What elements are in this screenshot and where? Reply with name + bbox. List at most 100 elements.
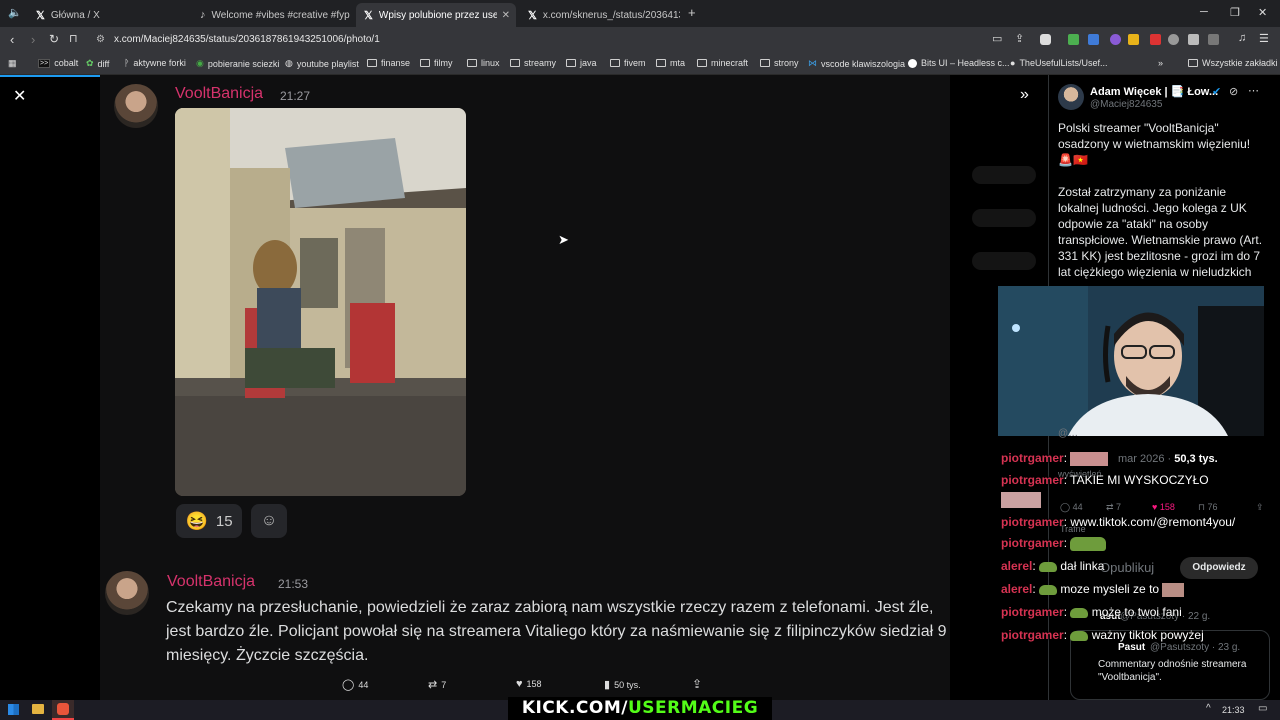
minimize-icon[interactable]: ─ bbox=[1200, 6, 1208, 18]
quoted-handle: @Pasutszoty · 23 g. bbox=[1150, 642, 1241, 653]
repost-action[interactable]: ⇄ 7 bbox=[428, 678, 446, 691]
address-bar[interactable]: ⚙ x.com/Maciej824635/status/203618786194… bbox=[88, 30, 988, 50]
attached-photo[interactable] bbox=[175, 108, 466, 496]
share-icon[interactable]: ⇪ bbox=[1015, 32, 1024, 45]
like-stat[interactable]: ♥ 158 bbox=[1152, 502, 1175, 512]
x-logo-icon: 𝕏 bbox=[528, 9, 537, 22]
music-extension-icon[interactable] bbox=[1068, 34, 1079, 45]
bookmark-folder-finanse[interactable]: finanse bbox=[367, 58, 410, 68]
clock[interactable]: 21:33 bbox=[1222, 705, 1245, 715]
add-reaction-button[interactable]: ☺ bbox=[251, 504, 287, 538]
tray-chevron-icon[interactable]: ^ bbox=[1206, 703, 1211, 714]
shield-extension-icon[interactable] bbox=[1040, 34, 1051, 45]
bookmark-folder-streamy[interactable]: streamy bbox=[510, 58, 556, 68]
bookmark-stat[interactable]: ⊓ 76 bbox=[1198, 502, 1218, 513]
bookmark-folder-filmy[interactable]: filmy bbox=[420, 58, 453, 68]
windows-start-icon[interactable] bbox=[8, 704, 19, 715]
frog-emote-icon bbox=[1070, 536, 1107, 551]
menu-icon[interactable]: ☰ bbox=[1259, 32, 1269, 45]
notifications-icon[interactable]: ▭ bbox=[1258, 703, 1267, 714]
compose-reply-placeholder[interactable]: Opublikuj bbox=[1100, 560, 1154, 575]
bookmark-folder-fivem[interactable]: fivem bbox=[610, 58, 646, 68]
laughing-emoji-icon: 😆 bbox=[185, 510, 208, 531]
file-explorer-icon[interactable] bbox=[32, 704, 44, 714]
restore-icon[interactable]: ❐ bbox=[1230, 6, 1240, 19]
twitch-extension-icon[interactable] bbox=[1110, 34, 1121, 45]
taskbar-browser[interactable] bbox=[52, 700, 74, 720]
url-text: x.com/Maciej824635/status/20361878619432… bbox=[114, 34, 380, 45]
emote-image bbox=[1162, 582, 1185, 597]
author-avatar[interactable] bbox=[1058, 84, 1084, 110]
bookmark-folder-strony[interactable]: strony bbox=[760, 58, 799, 68]
extension-icon[interactable] bbox=[1168, 34, 1179, 45]
repost-icon: ⇄ bbox=[428, 679, 438, 691]
share-action[interactable]: ⇪ bbox=[692, 677, 702, 691]
close-window-icon[interactable]: ✕ bbox=[1258, 6, 1267, 19]
bookmark-folder-linux[interactable]: linux bbox=[467, 58, 500, 68]
repost-stat[interactable]: ⇄ 7 bbox=[1106, 502, 1121, 513]
all-bookmarks[interactable]: Wszystkie zakładki bbox=[1188, 58, 1278, 68]
apps-grid-icon[interactable]: ▦ bbox=[8, 58, 17, 69]
cast-icon[interactable]: ▭ bbox=[992, 32, 1002, 45]
bookmark-folder-minecraft[interactable]: minecraft bbox=[697, 58, 748, 68]
bookmark-page-icon[interactable]: ⊓ bbox=[69, 32, 78, 45]
avatar[interactable] bbox=[105, 571, 149, 615]
extension-icon[interactable] bbox=[1150, 34, 1161, 45]
bits-ui-icon bbox=[908, 58, 917, 68]
tweet-action-bar: ◯ 44 ⇄ 7 ♥ 158 ▮ 50 tys. ⇪ bbox=[340, 676, 720, 694]
forward-icon[interactable]: › bbox=[31, 32, 35, 47]
tab-status[interactable]: 𝕏 x.com/sknerus_/status/20364132169 bbox=[520, 3, 680, 27]
tab-home[interactable]: 𝕏 Główna / X bbox=[28, 3, 188, 27]
message-author[interactable]: VooltBanicja bbox=[167, 573, 255, 591]
share-icon: ⇪ bbox=[692, 677, 703, 691]
tab-tiktok[interactable]: ♪ Welcome #vibes #creative #fyp #vira bbox=[192, 3, 352, 27]
stream-chat-message: alerel: dał linka bbox=[1001, 559, 1105, 573]
bookmark-aktywne-forki[interactable]: ᚹ aktywne forki bbox=[124, 58, 186, 68]
reaction-laugh[interactable]: 😆 15 bbox=[176, 504, 242, 538]
more-options-icon[interactable]: ⋯ bbox=[1248, 84, 1259, 97]
speaker-icon[interactable]: 🔈 bbox=[8, 6, 22, 19]
bookmark-diff[interactable]: ✿ diff bbox=[86, 58, 109, 69]
grok-icon[interactable]: ⊘ bbox=[1229, 85, 1238, 98]
sidebar-icon[interactable] bbox=[1208, 34, 1219, 45]
bookmark-vscode[interactable]: ⋈ vscode klawiszologia bbox=[808, 58, 905, 69]
avatar[interactable] bbox=[114, 84, 158, 128]
bookmark-pobieranie-sciezki[interactable]: ◉ pobieranie sciezki bbox=[196, 58, 279, 69]
new-tab-button[interactable]: + bbox=[688, 5, 696, 20]
bookmark-bits-ui[interactable]: Bits UI – Headless c... bbox=[908, 58, 1010, 68]
reload-icon[interactable]: ↻ bbox=[49, 32, 59, 46]
extension-icon[interactable] bbox=[1128, 34, 1139, 45]
quoted-author[interactable]: Pasut bbox=[1118, 642, 1145, 653]
folder-icon bbox=[656, 59, 666, 67]
bookmark-folder-java[interactable]: java bbox=[566, 58, 597, 68]
bookmark-folder-mta[interactable]: mta bbox=[656, 58, 685, 68]
reply-action[interactable]: ◯ 44 bbox=[342, 678, 368, 691]
stream-chat-message: alerel: moze mysleli ze to bbox=[1001, 582, 1185, 597]
collapse-sidebar-icon[interactable]: » bbox=[1020, 86, 1029, 104]
site-info-icon[interactable]: ⚙ bbox=[96, 30, 105, 50]
tab-liked-posts[interactable]: 𝕏 Wpisy polubione przez usermac ✕ bbox=[356, 3, 516, 27]
bookmark-youtube-playlist[interactable]: ◍ youtube playlist bbox=[285, 58, 359, 69]
webcam-overlay bbox=[998, 286, 1264, 436]
back-icon[interactable]: ‹ bbox=[10, 32, 14, 47]
views-action[interactable]: ▮ 50 tys. bbox=[604, 678, 641, 691]
bookmark-usefullists[interactable]: ● TheUsefulLists/Usef... bbox=[1010, 58, 1107, 68]
share-stat[interactable]: ⇪ bbox=[1256, 502, 1264, 513]
reply-stat[interactable]: ◯ 44 bbox=[1060, 502, 1083, 513]
puzzle-extensions-icon[interactable] bbox=[1188, 34, 1199, 45]
bookmarks-overflow-icon[interactable]: » bbox=[1158, 58, 1163, 68]
stream-chat-message: piotrgamer: www.tiktok.com/@remont4you/ bbox=[1001, 515, 1236, 529]
like-action[interactable]: ♥ 158 bbox=[516, 678, 542, 690]
close-tab-icon[interactable]: ✕ bbox=[502, 10, 510, 21]
bookmark-cobalt[interactable]: >> cobalt bbox=[38, 58, 78, 68]
frog-emote-icon bbox=[1039, 561, 1058, 572]
stream-chat-message: piotrgamer: może to twoi fani bbox=[1001, 605, 1182, 619]
audio-extension-icon[interactable] bbox=[1088, 34, 1099, 45]
folder-icon bbox=[510, 59, 520, 67]
message-author[interactable]: VooltBanicja bbox=[175, 85, 263, 103]
author-name[interactable]: Adam Więcek | 📑 Łow... bbox=[1090, 85, 1218, 98]
reply-button[interactable]: Odpowiedz bbox=[1180, 557, 1258, 579]
close-viewer-icon[interactable]: ✕ bbox=[13, 86, 26, 106]
author-handle[interactable]: @Maciej824635 bbox=[1090, 99, 1162, 110]
playlist-icon[interactable]: ♫ bbox=[1238, 32, 1246, 44]
